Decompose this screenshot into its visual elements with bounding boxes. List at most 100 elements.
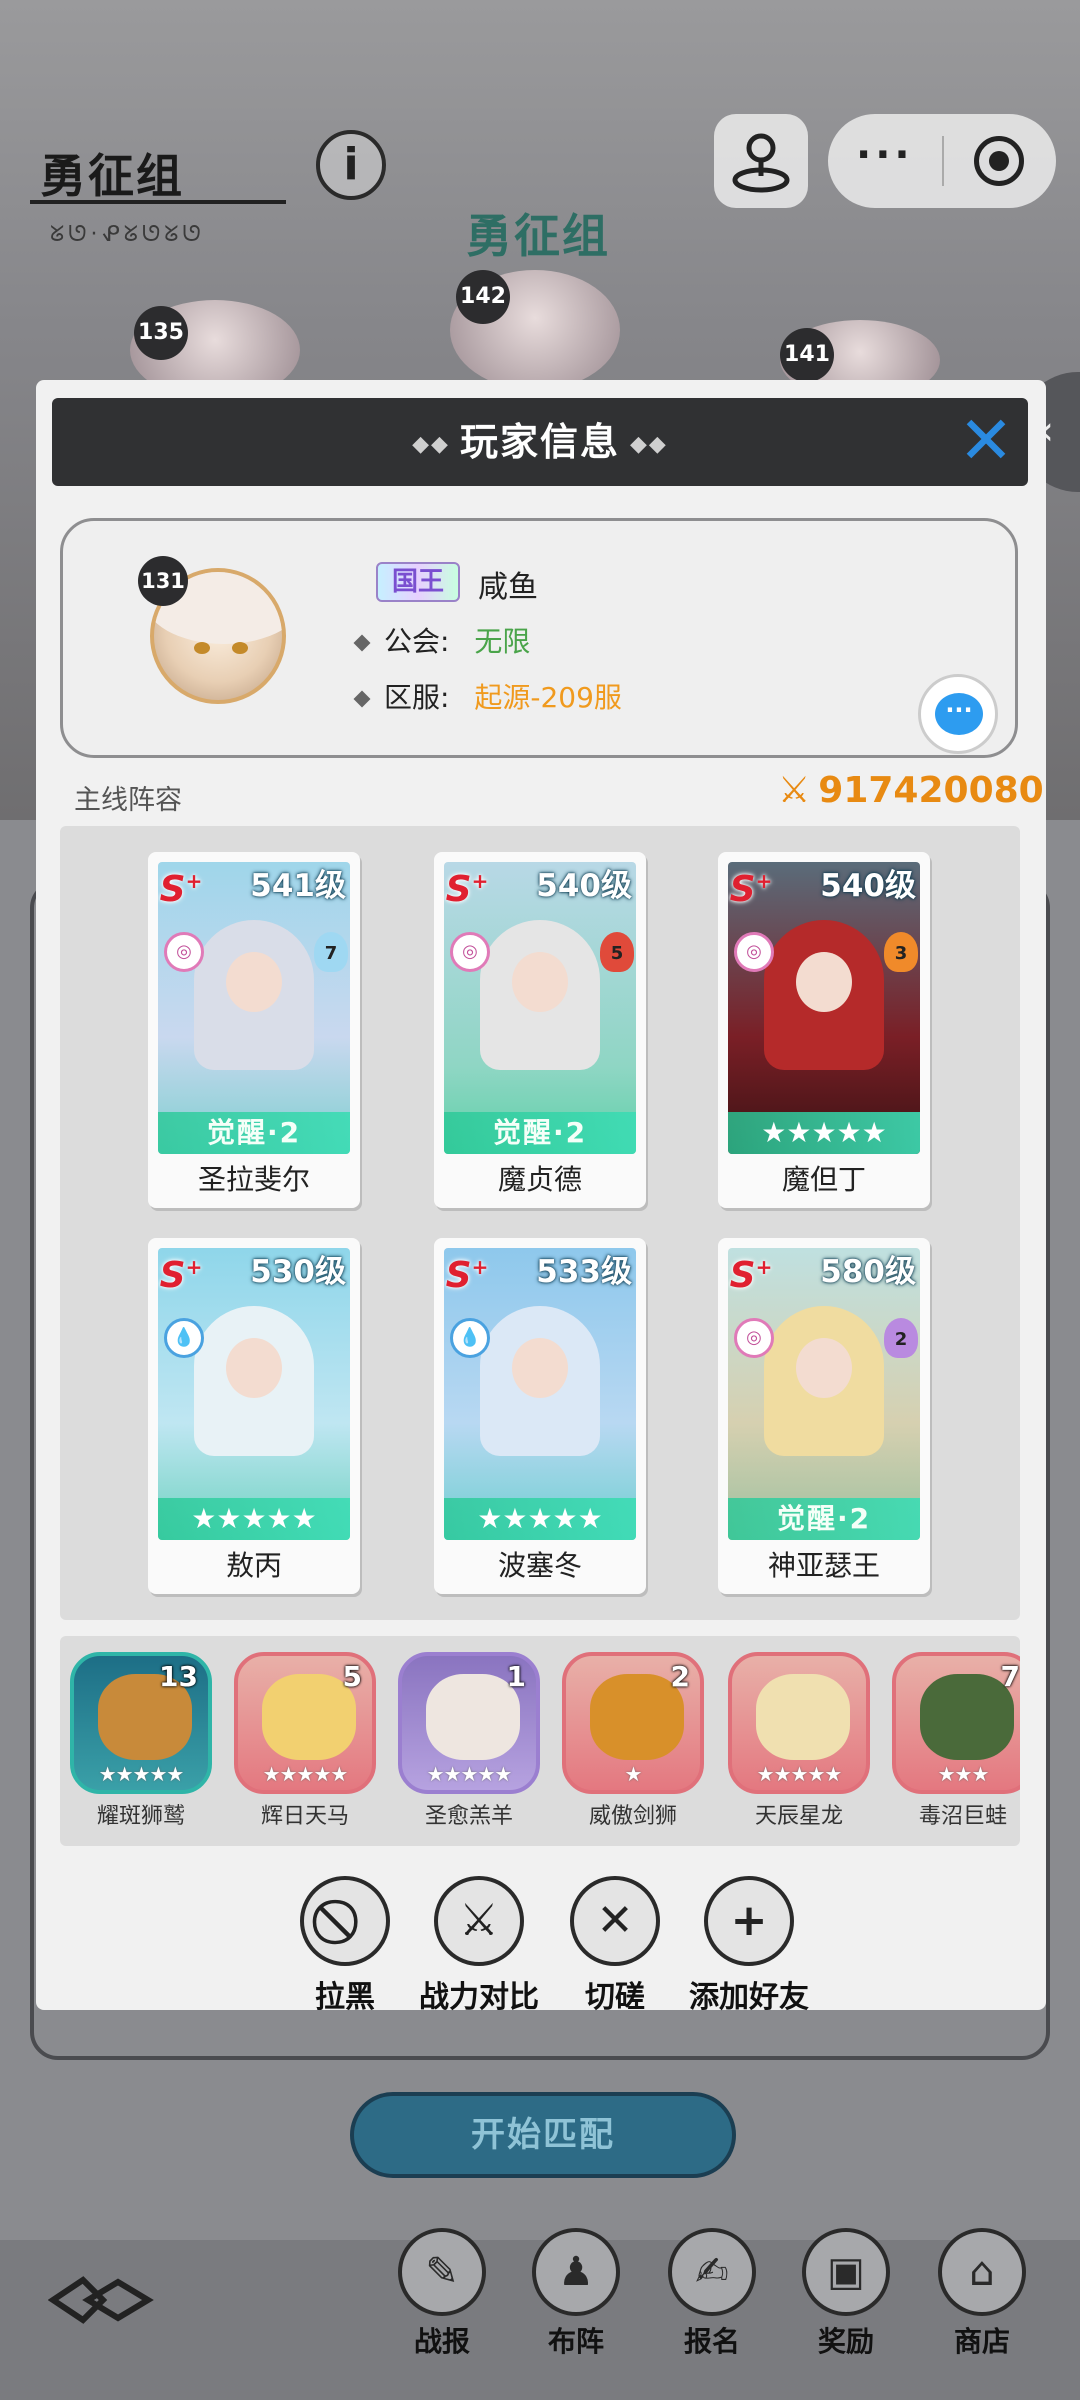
pet-portrait: ★★★★★ — [728, 1652, 870, 1794]
duel-button[interactable]: ✕ 切磋 — [550, 1876, 680, 2016]
hero-card[interactable]: ★★★★★ S+ 533级 💧 波塞冬 — [434, 1238, 646, 1594]
nav-formation[interactable]: ♟ 布阵 — [528, 2228, 624, 2360]
pet-stars: ★★★ — [937, 1762, 990, 1786]
player-level-badge: 131 — [138, 556, 188, 606]
more-menu-icon[interactable]: ··· — [856, 132, 914, 178]
modal-title-wrap: ◆◆ 玩家信息 ◆◆ — [52, 398, 1028, 486]
pet-item[interactable]: 2 ★ 威傲剑狮 — [562, 1652, 712, 1830]
capsule-divider — [942, 136, 944, 186]
info-button[interactable]: i — [316, 130, 386, 200]
joystick-button[interactable] — [714, 114, 808, 208]
server-label: 区服: — [384, 681, 450, 714]
pet-name: 耀斑狮鹫 — [96, 1804, 185, 1829]
pet-portrait: 5 ★★★★★ — [234, 1652, 376, 1794]
nav-signup[interactable]: ✍ 报名 — [664, 2228, 760, 2360]
nav-reward-label: 奖励 — [817, 2325, 874, 2358]
awakening-badge: 觉醒·2 — [158, 1112, 350, 1154]
nav-shop[interactable]: ⌂ 商店 — [934, 2228, 1030, 2360]
pet-portrait: 13 ★★★★★ — [70, 1652, 212, 1794]
pet-portrait: 1 ★★★★★ — [398, 1652, 540, 1794]
hero-level: 541级 — [250, 868, 346, 904]
hero-stars: ★★★★★ — [728, 1112, 920, 1154]
diamond-bullet-icon — [353, 634, 371, 652]
close-icon[interactable]: ✕ — [958, 408, 1014, 474]
chat-button[interactable]: ··· — [918, 674, 998, 754]
pet-stars: ★★★★★ — [426, 1762, 513, 1786]
close-program-icon[interactable] — [974, 136, 1024, 186]
hero-card[interactable]: 觉醒·2 S+ 540级 ◎ 5 魔贞德 — [434, 852, 646, 1208]
add-friend-icon: + — [704, 1876, 794, 1966]
joystick-icon — [732, 133, 790, 193]
nav-reward[interactable]: ▣ 奖励 — [798, 2228, 894, 2360]
combat-power-value: 917420080 — [818, 770, 1044, 811]
pet-item[interactable]: 7 ★★★ 毒沼巨蛙 — [892, 1652, 1020, 1830]
mini-program-capsule: ··· — [828, 114, 1056, 208]
signup-icon: ✍ — [668, 2228, 756, 2316]
pet-stars: ★★★★★ — [262, 1762, 349, 1786]
hero-level: 540级 — [820, 868, 916, 904]
diamond-bullet-icon — [353, 690, 371, 708]
hero-name: 圣拉斐尔 — [197, 1163, 310, 1196]
nav-report[interactable]: ✎ 战报 — [394, 2228, 490, 2360]
modal-header: ◆◆ 玩家信息 ◆◆ — [52, 398, 1028, 486]
pet-portrait: 7 ★★★ — [892, 1652, 1020, 1794]
awakening-badge: 觉醒·2 — [728, 1498, 920, 1540]
report-icon: ✎ — [398, 2228, 486, 2316]
modal-title: 玩家信息 — [459, 420, 620, 464]
class-flame-icon: 3 — [884, 932, 918, 972]
combat-power: ⚔ 917420080 — [778, 770, 1044, 811]
hero-name: 波塞冬 — [497, 1549, 582, 1582]
rank-badge: S+ — [445, 1255, 489, 1296]
rank-badge: S+ — [159, 869, 203, 910]
hero-name: 神亚瑟王 — [767, 1549, 880, 1582]
guild-label: 公会: — [384, 625, 450, 658]
pet-item[interactable]: 13 ★★★★★ 耀斑狮鹫 — [70, 1652, 220, 1830]
hero-level: 530级 — [250, 1254, 346, 1290]
class-flame-icon: 5 — [600, 932, 634, 972]
arcane-element-icon: ◎ — [450, 932, 490, 972]
title-deco-right: ◆◆ — [630, 431, 668, 457]
duel-label: 切磋 — [585, 1980, 645, 2015]
hero-card[interactable]: 觉醒·2 S+ 580级 ◎ 2 神亚瑟王 — [718, 1238, 930, 1594]
pet-item[interactable]: ★★★★★ 天辰星龙 — [728, 1652, 878, 1830]
block-label: 拉黑 — [315, 1980, 375, 2015]
pet-portrait: 2 ★ — [562, 1652, 704, 1794]
hero-name: 魔但丁 — [781, 1163, 866, 1196]
start-match-button[interactable]: 开始匹配 — [350, 2092, 736, 2178]
duel-icon: ✕ — [570, 1876, 660, 1966]
pet-stars: ★★★★★ — [98, 1762, 185, 1786]
compare-power-icon: ⚔ — [434, 1876, 524, 1966]
arcane-element-icon: ◎ — [164, 932, 204, 972]
rank-badge: S+ — [159, 1255, 203, 1296]
lineup-label: 主线阵容 — [74, 785, 182, 816]
pet-name: 天辰星龙 — [754, 1804, 843, 1829]
block-button[interactable]: ⃠ 拉黑 — [280, 1876, 410, 2016]
hero-level: 580级 — [820, 1254, 916, 1290]
hero-level: 540级 — [536, 868, 632, 904]
add-friend-button[interactable]: + 添加好友 — [684, 1876, 814, 2016]
rank-badge: S+ — [729, 869, 773, 910]
pet-count: 1 — [506, 1660, 526, 1693]
hero-card[interactable]: ★★★★★ S+ 530级 💧 敖丙 — [148, 1238, 360, 1594]
awakening-badge: 觉醒·2 — [444, 1112, 636, 1154]
water-element-icon: 💧 — [164, 1318, 204, 1358]
game-logo-icon — [47, 2270, 158, 2330]
hero-card[interactable]: ★★★★★ S+ 540级 ◎ 3 魔但丁 — [718, 852, 930, 1208]
pet-name: 威傲剑狮 — [588, 1804, 677, 1829]
compare-power-button[interactable]: ⚔ 战力对比 — [414, 1876, 544, 2016]
pet-stars: ★ — [624, 1762, 643, 1786]
nav-shop-label: 商店 — [953, 2325, 1010, 2358]
pet-count: 7 — [1000, 1660, 1020, 1693]
team-banner: 勇征组 — [466, 209, 610, 263]
hero-name: 敖丙 — [225, 1549, 282, 1582]
add-friend-label: 添加好友 — [689, 1980, 809, 2015]
chat-icon: ··· — [935, 693, 983, 735]
pet-item[interactable]: 1 ★★★★★ 圣愈羔羊 — [398, 1652, 548, 1830]
arcane-element-icon: ◎ — [734, 1318, 774, 1358]
team-name-title: 勇征组 — [40, 149, 184, 203]
pet-item[interactable]: 5 ★★★★★ 辉日天马 — [234, 1652, 384, 1830]
server-row: 区服: 起源-209服 — [353, 676, 622, 716]
nav-signup-label: 报名 — [683, 2325, 740, 2358]
hero-card[interactable]: 觉醒·2 S+ 541级 ◎ 7 圣拉斐尔 — [148, 852, 360, 1208]
pet-count: 13 — [159, 1660, 198, 1693]
